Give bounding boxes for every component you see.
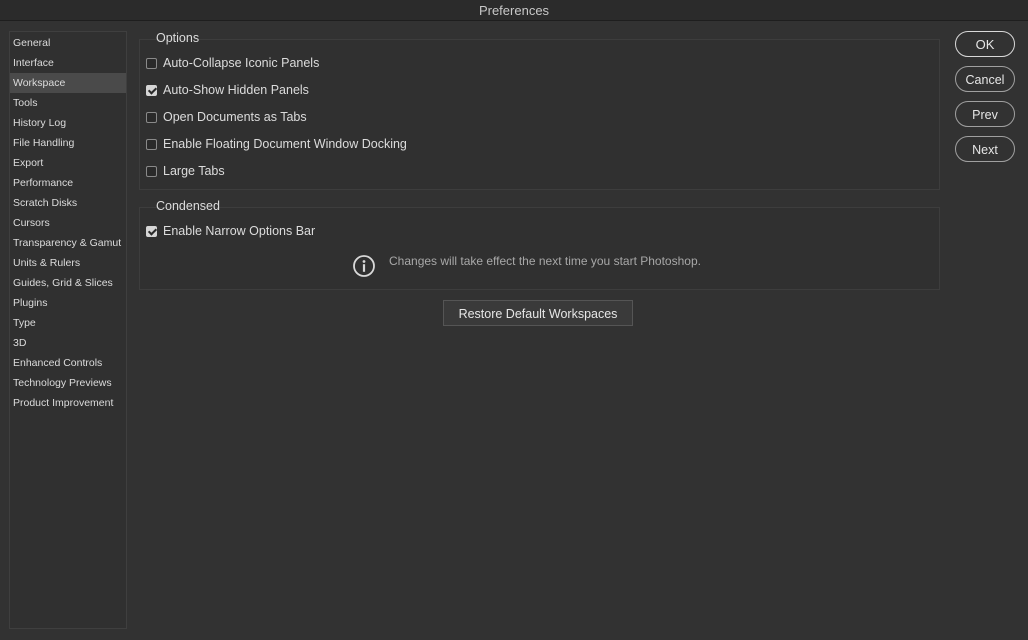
auto-show-hidden-panels-label: Auto-Show Hidden Panels (163, 83, 309, 97)
open-documents-as-tabs-checkbox[interactable] (146, 111, 157, 123)
sidebar-item-type[interactable]: Type (10, 313, 126, 333)
sidebar-item-transparency-gamut[interactable]: Transparency & Gamut (10, 233, 126, 253)
options-group-title: Options (156, 31, 200, 45)
cancel-button[interactable]: Cancel (955, 66, 1015, 92)
restore-default-workspaces-button[interactable]: Restore Default Workspaces (443, 300, 633, 326)
auto-show-hidden-panels-checkbox[interactable] (146, 84, 157, 96)
auto-collapse-iconic-panels-option[interactable]: Auto-Collapse Iconic Panels (146, 55, 319, 71)
sidebar-item-export[interactable]: Export (10, 153, 126, 173)
enable-narrow-options-bar-checkbox[interactable] (146, 225, 157, 237)
enable-narrow-options-bar-option[interactable]: Enable Narrow Options Bar (146, 223, 315, 239)
sidebar-item-technology-previews[interactable]: Technology Previews (10, 373, 126, 393)
enable-narrow-options-bar-label: Enable Narrow Options Bar (163, 224, 316, 238)
enable-floating-docking-label: Enable Floating Document Window Docking (163, 137, 407, 151)
open-documents-as-tabs-option[interactable]: Open Documents as Tabs (146, 109, 307, 125)
sidebar-item-guides-grid-slices[interactable]: Guides, Grid & Slices (10, 273, 126, 293)
ok-button[interactable]: OK (955, 31, 1015, 57)
next-button[interactable]: Next (955, 136, 1015, 162)
restart-info-text: Changes will take effect the next time y… (389, 254, 701, 268)
sidebar-item-general[interactable]: General (10, 33, 126, 53)
window-title: Preferences (0, 0, 1028, 21)
auto-show-hidden-panels-option[interactable]: Auto-Show Hidden Panels (146, 82, 309, 98)
auto-collapse-iconic-panels-label: Auto-Collapse Iconic Panels (163, 56, 320, 70)
sidebar-item-performance[interactable]: Performance (10, 173, 126, 193)
enable-floating-docking-checkbox[interactable] (146, 138, 157, 150)
sidebar-item-history-log[interactable]: History Log (10, 113, 126, 133)
restart-info-message: Changes will take effect the next time y… (353, 251, 701, 277)
sidebar-item-file-handling[interactable]: File Handling (10, 133, 126, 153)
sidebar-item-workspace[interactable]: Workspace (10, 73, 126, 93)
enable-floating-docking-option[interactable]: Enable Floating Document Window Docking (146, 136, 407, 152)
preferences-dialog: Preferences General Interface Workspace … (0, 0, 1028, 640)
large-tabs-option[interactable]: Large Tabs (146, 163, 225, 179)
info-icon (353, 255, 375, 277)
sidebar-item-cursors[interactable]: Cursors (10, 213, 126, 233)
sidebar-item-3d[interactable]: 3D (10, 333, 126, 353)
condensed-group (139, 207, 940, 290)
condensed-group-title: Condensed (156, 199, 220, 213)
sidebar-item-interface[interactable]: Interface (10, 53, 126, 73)
large-tabs-checkbox[interactable] (146, 165, 157, 177)
sidebar-item-enhanced-controls[interactable]: Enhanced Controls (10, 353, 126, 373)
prev-button[interactable]: Prev (955, 101, 1015, 127)
sidebar-item-plugins[interactable]: Plugins (10, 293, 126, 313)
sidebar-item-product-improvement[interactable]: Product Improvement (10, 393, 126, 413)
sidebar-item-units-rulers[interactable]: Units & Rulers (10, 253, 126, 273)
sidebar: General Interface Workspace Tools Histor… (9, 31, 127, 629)
large-tabs-label: Large Tabs (163, 164, 225, 178)
open-documents-as-tabs-label: Open Documents as Tabs (163, 110, 307, 124)
sidebar-item-tools[interactable]: Tools (10, 93, 126, 113)
auto-collapse-iconic-panels-checkbox[interactable] (146, 57, 157, 69)
sidebar-item-scratch-disks[interactable]: Scratch Disks (10, 193, 126, 213)
